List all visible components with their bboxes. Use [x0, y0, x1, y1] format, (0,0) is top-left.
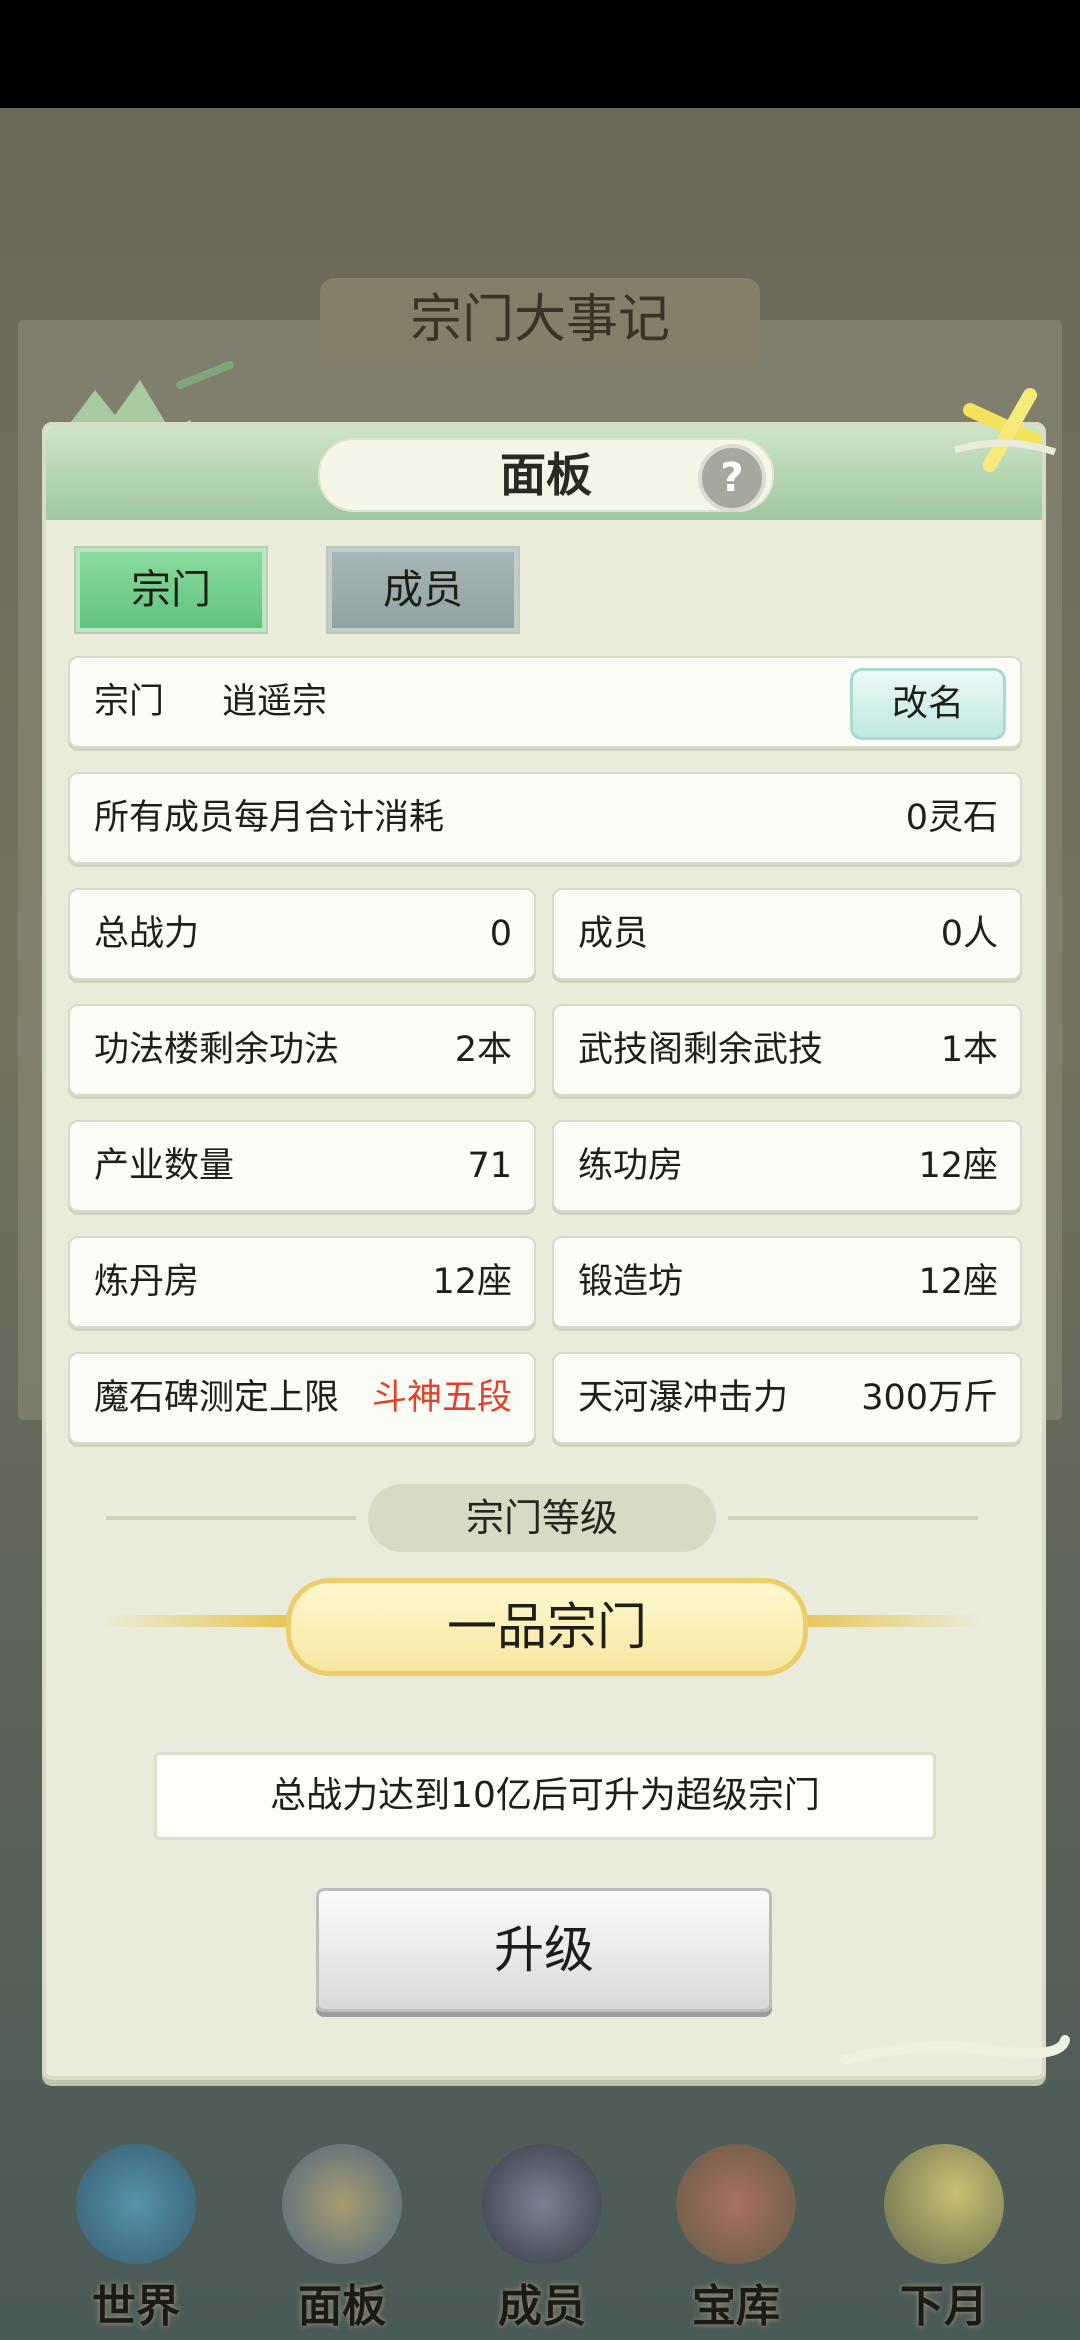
world-icon [76, 2144, 196, 2264]
stat-total-power: 总战力 0 [68, 888, 536, 980]
tab-sect[interactable]: 宗门 [74, 546, 268, 634]
upgrade-button[interactable]: 升级 [316, 1888, 772, 2012]
event-log-banner: 宗门大事记 [320, 278, 760, 362]
monthly-cost-row: 所有成员每月合计消耗 0灵石 [68, 772, 1022, 864]
stat-skill-library: 功法楼剩余功法 2本 [68, 1004, 536, 1096]
nav-next-month[interactable]: 下月 [864, 2144, 1024, 2334]
stat-waterfall-force: 天河瀑冲击力 300万斤 [552, 1352, 1022, 1444]
wing-right [792, 1615, 982, 1627]
bottom-nav: 世界 面板 成员 宝库 下月 [0, 2080, 1080, 2340]
next-month-icon [884, 2144, 1004, 2264]
stat-members: 成员 0人 [552, 888, 1022, 980]
close-icon[interactable] [950, 380, 1060, 480]
nav-member[interactable]: 成员 [462, 2144, 622, 2334]
nav-treasury[interactable]: 宝库 [656, 2144, 816, 2334]
wing-left [102, 1615, 292, 1627]
sect-name: 逍遥宗 [222, 682, 328, 722]
stat-martial-pavilion: 武技阁剩余武技 1本 [552, 1004, 1022, 1096]
stat-magic-stone-limit: 魔石碑测定上限 斗神五段 [68, 1352, 536, 1444]
nav-panel[interactable]: 面板 [262, 2144, 422, 2334]
sect-level-heading: 宗门等级 [368, 1484, 716, 1552]
stat-training-room: 练功房 12座 [552, 1120, 1022, 1212]
treasury-icon [676, 2144, 796, 2264]
status-bar [0, 0, 1080, 108]
help-button[interactable]: ? [698, 444, 766, 512]
stat-alchemy-room: 炼丹房 12座 [68, 1236, 536, 1328]
divider-left [106, 1516, 356, 1520]
divider-right [728, 1516, 978, 1520]
upgrade-requirement-note: 总战力达到10亿后可升为超级宗门 [154, 1752, 936, 1840]
nav-world[interactable]: 世界 [56, 2144, 216, 2334]
tab-members[interactable]: 成员 [326, 546, 520, 634]
stat-industry-count: 产业数量 71 [68, 1120, 536, 1212]
current-sect-level: 一品宗门 [286, 1578, 808, 1676]
sect-panel: 面板 ? 宗门 成员 宗门 逍遥宗 改名 所有成员每月合计消耗 0灵石 总战力 0… [42, 422, 1046, 2080]
sect-name-row: 宗门 逍遥宗 改名 [68, 656, 1022, 748]
rename-button[interactable]: 改名 [850, 668, 1006, 740]
help-icon: ? [720, 455, 744, 501]
member-icon [482, 2144, 602, 2264]
stat-forge: 锻造坊 12座 [552, 1236, 1022, 1328]
cloud-decoration-icon [840, 2035, 1070, 2065]
panel-icon [282, 2144, 402, 2264]
